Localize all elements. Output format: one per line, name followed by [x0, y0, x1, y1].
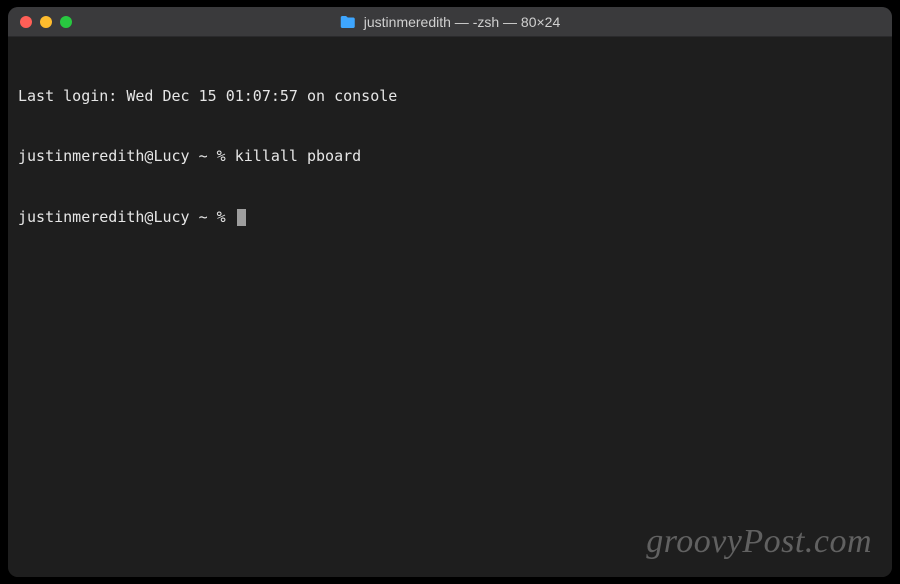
terminal-prompt: justinmeredith@Lucy ~ %: [18, 207, 235, 227]
minimize-button[interactable]: [40, 16, 52, 28]
terminal-prompt-line: justinmeredith@Lucy ~ %: [18, 207, 882, 227]
traffic-lights: [20, 16, 72, 28]
terminal-line: Last login: Wed Dec 15 01:07:57 on conso…: [18, 86, 882, 106]
watermark: groovyPost.com: [646, 519, 872, 565]
terminal-body[interactable]: Last login: Wed Dec 15 01:07:57 on conso…: [8, 37, 892, 577]
cursor-icon: [237, 209, 246, 226]
folder-icon: [340, 15, 356, 29]
close-button[interactable]: [20, 16, 32, 28]
terminal-line: justinmeredith@Lucy ~ % killall pboard: [18, 146, 882, 166]
titlebar[interactable]: justinmeredith — -zsh — 80×24: [8, 7, 892, 37]
window-title-text: justinmeredith — -zsh — 80×24: [364, 14, 560, 30]
window-title: justinmeredith — -zsh — 80×24: [340, 14, 560, 30]
terminal-window: justinmeredith — -zsh — 80×24 Last login…: [8, 7, 892, 577]
zoom-button[interactable]: [60, 16, 72, 28]
